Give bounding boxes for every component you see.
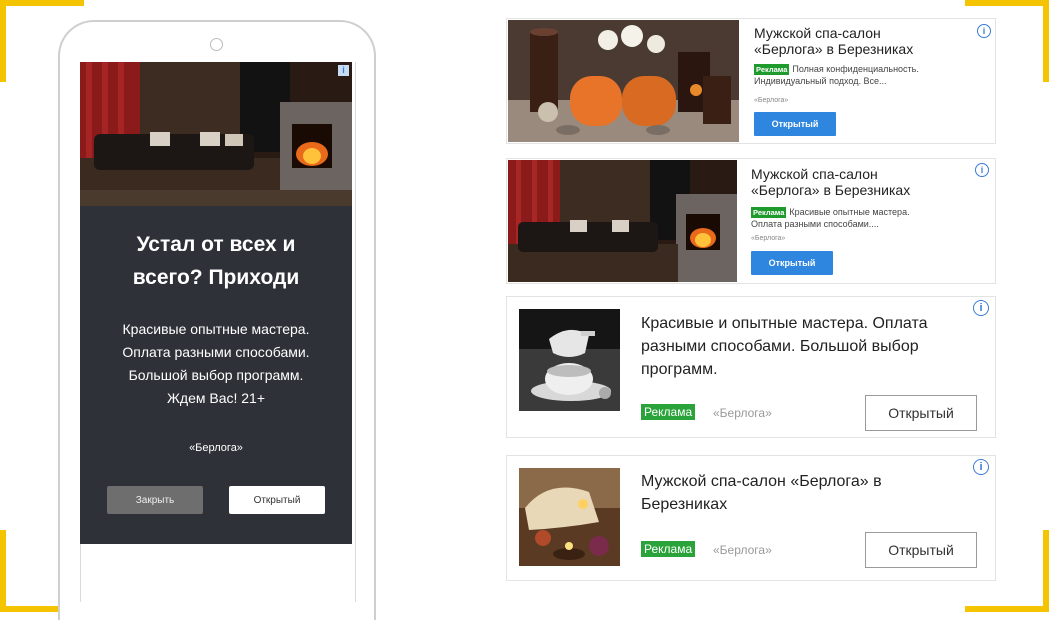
card-text-line: Березниках [641, 496, 728, 513]
ad-description: Красивые опытные мастера. Оплата разными… [80, 318, 352, 410]
card-brand: «Берлога» [751, 235, 786, 242]
card-title[interactable]: Мужской спа-салон «Берлога» в Березниках [751, 166, 910, 198]
open-button[interactable]: Открытый [754, 112, 836, 136]
ad-badge: Реклама [641, 541, 696, 557]
card-text[interactable]: Красивые и опытные мастера. Оплата разны… [641, 312, 928, 381]
open-button[interactable]: Открытый [865, 532, 977, 568]
corner-mark-bottom-right [965, 606, 1049, 612]
corner-mark-bottom-left-vertical [0, 530, 6, 612]
ad-description-line: Красивые опытные мастера. [122, 321, 310, 337]
card-brand: «Берлога» [713, 406, 772, 420]
corner-mark-top-left [0, 0, 84, 6]
spa-candles-photo [508, 20, 739, 142]
info-icon[interactable]: i [338, 65, 349, 76]
card-description: Реклама Полная конфиденциальность. [754, 64, 919, 75]
card-title-line: Мужской спа-салон [754, 25, 881, 41]
card-brand: «Берлога» [754, 97, 789, 104]
card-description-line-2: Индивидуальный подход. Все... [754, 76, 887, 86]
spa-candles-photo [519, 468, 620, 566]
ad-badge: Реклама [751, 207, 787, 218]
corner-mark-top-right-vertical [1043, 0, 1049, 82]
corner-mark-bottom-right-vertical [1043, 530, 1049, 612]
tea-cup-photo [519, 309, 620, 411]
corner-mark-top-right [965, 0, 1049, 6]
info-icon[interactable]: i [977, 24, 991, 38]
card-text-line: программ. [641, 361, 718, 378]
close-button[interactable]: Закрыть [107, 486, 203, 514]
card-text-line: Красивые и опытные мастера. Оплата [641, 315, 928, 332]
card-text[interactable]: Мужской спа-салон «Берлога» в Березниках [641, 470, 882, 516]
open-button[interactable]: Открытый [751, 251, 833, 275]
open-button[interactable]: Открытый [865, 395, 977, 431]
ad-headline: Устал от всех и всего? Приходи [80, 228, 352, 294]
card-description-line: Красивые опытные мастера. [789, 207, 910, 217]
ad-headline-line: Устал от всех и [136, 233, 296, 256]
ad-description-line: Большой выбор программ. [128, 367, 304, 383]
card-title-line: Мужской спа-салон [751, 166, 878, 182]
card-text-line: разными способами. Большой выбор [641, 338, 919, 355]
ad-brand: «Берлога» [189, 442, 243, 454]
ad-description-line: Ждем Вас! 21+ [166, 390, 266, 406]
card-description-line: Полная конфиденциальность. [792, 64, 919, 74]
ad-description-line: Оплата разными способами. [122, 344, 310, 360]
open-button[interactable]: Открытый [229, 486, 325, 514]
ad-badge: Реклама [641, 404, 696, 420]
card-description: Реклама Красивые опытные мастера. [751, 207, 910, 218]
card-brand: «Берлога» [713, 543, 772, 557]
corner-mark-top-left-vertical [0, 0, 6, 82]
card-title[interactable]: Мужской спа-салон «Берлога» в Березниках [754, 25, 913, 57]
ad-badge: Реклама [754, 64, 790, 75]
phone-camera-icon [210, 38, 223, 51]
card-title-line: «Берлога» в Березниках [754, 41, 914, 57]
fullscreen-ad[interactable]: i Устал от всех и всего? Приходи Красивы… [80, 62, 352, 544]
card-text-line: Мужской спа-салон «Берлога» в [641, 473, 882, 490]
info-icon[interactable]: i [975, 163, 989, 177]
living-room-photo [508, 160, 737, 282]
info-icon[interactable]: i [973, 300, 989, 316]
ad-headline-line: всего? Приходи [132, 266, 300, 289]
info-icon[interactable]: i [973, 459, 989, 475]
card-title-line: «Берлога» в Березниках [751, 182, 911, 198]
living-room-photo [80, 62, 352, 206]
card-description-line-2: Оплата разными способами.... [751, 219, 879, 229]
